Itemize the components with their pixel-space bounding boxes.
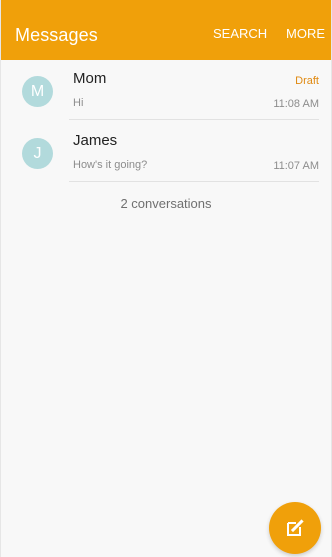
avatar: J (22, 138, 53, 169)
message-time: 11:08 AM (273, 98, 319, 110)
message-time: 11:07 AM (273, 160, 319, 172)
message-snippet: How's it going? (73, 159, 148, 171)
message-snippet: Hi (73, 97, 84, 109)
compose-button[interactable] (269, 502, 321, 554)
conversation-item-mom[interactable]: M Mom Draft Hi 11:08 AM (1, 62, 331, 120)
divider (69, 181, 319, 182)
compose-icon (287, 519, 304, 536)
conversation-count: 2 conversations (120, 196, 212, 211)
divider (69, 119, 319, 120)
search-button[interactable]: SEARCH (213, 26, 267, 42)
app-bar: Messages SEARCH MORE (1, 0, 331, 60)
draft-label: Draft (295, 75, 319, 87)
contact-name: James (73, 132, 118, 149)
contact-name: Mom (73, 70, 107, 87)
app-title: Messages (15, 25, 98, 45)
conversation-item-james[interactable]: J James How's it going? 11:07 AM (1, 124, 331, 182)
messages-app: Messages SEARCH MORE M Mom Draft Hi 11:0… (0, 0, 332, 557)
avatar: M (22, 76, 53, 107)
more-button[interactable]: MORE (286, 26, 325, 42)
